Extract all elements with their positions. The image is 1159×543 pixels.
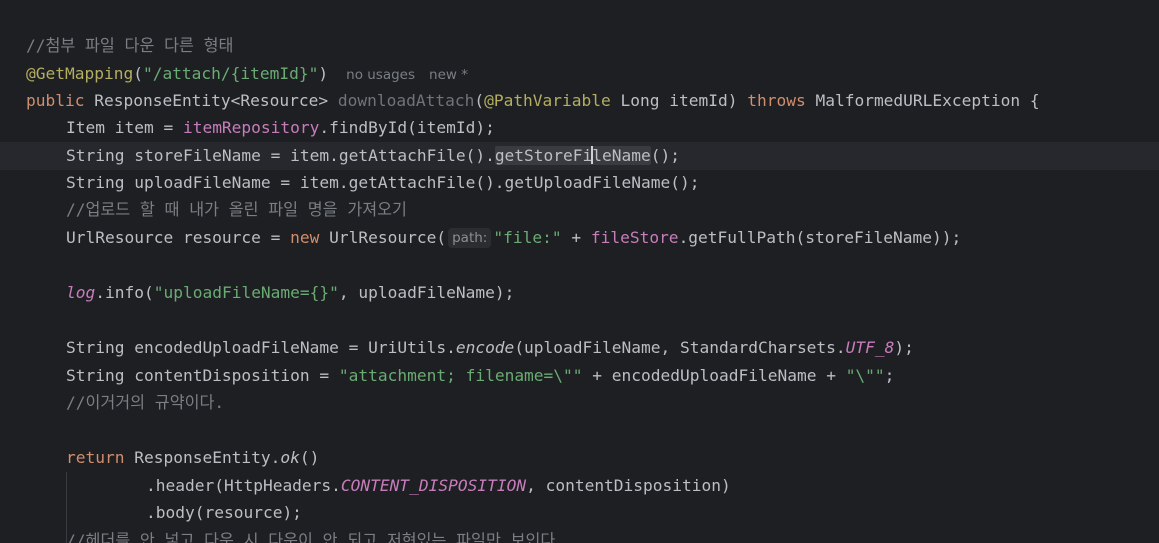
code-line-8[interactable]: UrlResource resource = new UrlResource(p… (66, 224, 961, 252)
code-line-19[interactable]: //헤더를 안 넣고 다운 시 다운이 안 되고 저현있는 파일만 보인다 (66, 527, 555, 543)
code-line-7[interactable]: //업로드 할 때 내가 올린 파일 명을 가져오기 (66, 196, 407, 224)
comment: //이거거의 규약이다. (66, 393, 225, 412)
code-line-6[interactable]: String uploadFileName = item.getAttachFi… (66, 169, 699, 197)
code-line-5-current[interactable]: String storeFileName = item.getAttachFil… (0, 142, 1159, 170)
code-text: Item item = (66, 118, 183, 137)
code-line-18[interactable]: .body(resource); (146, 499, 302, 527)
parameter: Long itemId) (610, 91, 748, 110)
editor-gutter[interactable] (0, 0, 20, 543)
code-text: .header(HttpHeaders. (146, 476, 341, 495)
keyword: new (290, 228, 320, 247)
comment: //업로드 할 때 내가 올린 파일 명을 가져오기 (66, 200, 407, 219)
code-text: String uploadFileName = item.getAttachFi… (66, 173, 700, 192)
author-hint[interactable]: new * (429, 67, 468, 83)
field-ref: fileStore (590, 228, 679, 247)
code-text: String contentDisposition = (66, 366, 339, 385)
code-text: .body(resource); (146, 503, 302, 522)
keyword: return (66, 448, 125, 467)
comment: //헤더를 안 넣고 다운 시 다운이 안 되고 저현있는 파일만 보인다 (66, 531, 556, 543)
code-line-12[interactable]: String encodedUploadFileName = UriUtils.… (66, 334, 914, 362)
keyword: throws (747, 91, 806, 110)
paren: ( (133, 64, 143, 83)
static-field: UTF_8 (845, 338, 895, 357)
code-line-17[interactable]: .header(HttpHeaders.CONTENT_DISPOSITION,… (146, 472, 731, 500)
code-text: + encodedUploadFileName + (582, 366, 846, 385)
code-text: (); (650, 146, 681, 165)
field-ref: log (66, 283, 96, 302)
selection: getStoreFileName (494, 146, 651, 165)
paren: ) (318, 64, 329, 83)
keyword: public (26, 91, 85, 110)
code-line-10[interactable]: log.info("uploadFileName={}", uploadFile… (66, 279, 514, 307)
code-text: , contentDisposition) (526, 476, 731, 495)
code-text: ); (894, 338, 914, 357)
code-text: UrlResource( (319, 228, 447, 247)
code-text: String storeFileName = item.getAttachFil… (66, 146, 495, 165)
code-line-4[interactable]: Item item = itemRepository.findById(item… (66, 114, 495, 142)
code-line-16[interactable]: return ResponseEntity.ok() (66, 444, 319, 472)
selected-text: getStoreFi (494, 146, 593, 165)
code-text: .findById(itemId); (319, 118, 495, 137)
code-line-1[interactable]: //첨부 파일 다운 다른 형태 (26, 32, 233, 60)
code-text: String encodedUploadFileName = UriUtils. (66, 338, 456, 357)
code-line-13[interactable]: String contentDisposition = "attachment;… (66, 362, 894, 390)
usages-hint[interactable]: no usages (346, 67, 415, 83)
selected-text: leName (592, 146, 651, 165)
parameter-hint: path: (448, 228, 492, 248)
string-literal: "/attach/{itemId}" (142, 64, 319, 83)
static-method: ok (280, 448, 300, 467)
code-text: ; (884, 366, 895, 385)
paren: ( (474, 91, 485, 110)
code-text: (uploadFileName, StandardCharsets. (514, 338, 846, 357)
code-editor[interactable]: //첨부 파일 다운 다른 형태 @GetMapping("/attach/{i… (0, 0, 1159, 543)
code-line-2[interactable]: @GetMapping("/attach/{itemId}") no usages… (26, 60, 468, 88)
code-text: , uploadFileName); (338, 283, 515, 302)
field-ref: itemRepository (182, 118, 320, 137)
annotation: @PathVariable (484, 91, 611, 110)
code-text: ResponseEntity. (124, 448, 281, 467)
string-literal: "\"" (845, 366, 885, 385)
static-method: encode (455, 338, 515, 357)
static-field: CONTENT_DISPOSITION (340, 476, 527, 495)
code-text: .info( (95, 283, 154, 302)
string-literal: "file:" (493, 228, 562, 247)
code-line-3[interactable]: public ResponseEntity<Resource> download… (26, 87, 1040, 115)
string-literal: "uploadFileName={}" (153, 283, 339, 302)
exception-type: MalformedURLException { (805, 91, 1040, 110)
code-line-14[interactable]: //이거거의 규약이다. (66, 389, 224, 417)
code-text: () (299, 448, 320, 467)
code-text: UrlResource resource = (66, 228, 291, 247)
method-name: downloadAttach (337, 91, 475, 110)
annotation: @GetMapping (26, 64, 134, 83)
return-type: ResponseEntity<Resource> (84, 91, 338, 110)
code-text: + (561, 228, 591, 247)
code-text: .getFullPath(storeFileName)); (678, 228, 962, 247)
string-literal: "attachment; filename=\"" (338, 366, 583, 385)
comment: //첨부 파일 다운 다른 형태 (26, 36, 234, 55)
